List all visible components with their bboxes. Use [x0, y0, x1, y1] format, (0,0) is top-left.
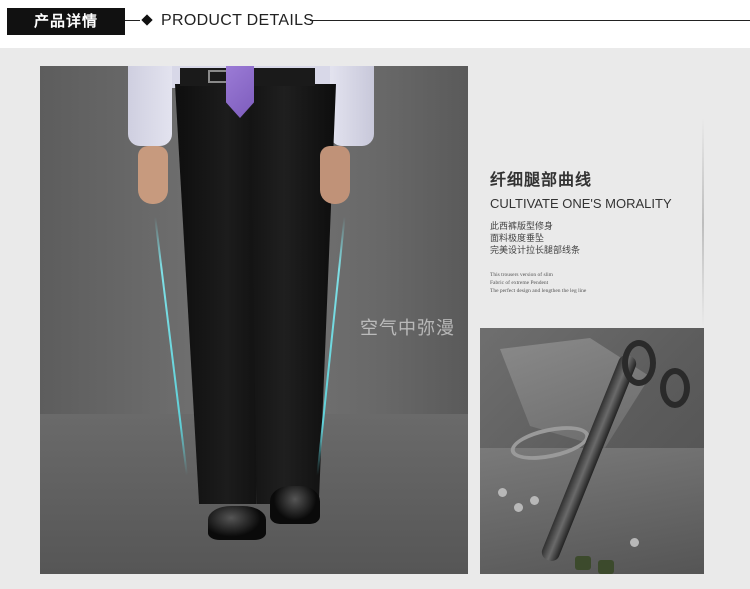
right-hand	[320, 146, 350, 204]
feature-heading: 纤细腿部曲线	[490, 170, 593, 189]
feature-description: 纤细腿部曲线 CULTIVATE ONE'S MORALITY 此西裤版型修身 …	[490, 166, 700, 295]
header-divider-right	[310, 20, 750, 21]
right-sleeve	[330, 66, 374, 146]
right-shoe	[270, 486, 320, 524]
section-subtitle: PRODUCT DETAILS	[161, 12, 315, 29]
belt-buckle	[208, 70, 228, 83]
feature-line-en: Fabric of extreme Pendent	[490, 280, 549, 286]
scissors-handle	[622, 340, 656, 386]
scissors-handle	[660, 368, 690, 408]
feature-line-en: The perfect design and lengthen the leg …	[490, 288, 587, 294]
feature-heading-en: CULTIVATE ONE'S MORALITY	[490, 196, 672, 211]
section-header: 产品详情 PRODUCT DETAILS	[0, 0, 750, 46]
tailoring-photo	[480, 328, 704, 574]
header-divider-left	[125, 20, 140, 21]
watermark: 空气中弥漫	[360, 318, 455, 339]
thread-spool	[575, 556, 591, 570]
feature-lines-cn: 此西裤版型修身 面料极度垂坠 完美设计拉长腿部线条	[490, 221, 700, 257]
thread-spool	[598, 560, 614, 574]
product-detail-panel: 纤细腿部曲线 CULTIVATE ONE'S MORALITY 此西裤版型修身 …	[0, 48, 750, 589]
left-sleeve	[128, 66, 172, 146]
shirt-button	[514, 503, 523, 512]
feature-line: 完美设计拉长腿部线条	[490, 246, 581, 256]
left-hand	[138, 146, 168, 204]
feature-lines-en: This trousers version of slim Fabric of …	[490, 271, 700, 295]
section-label: 产品详情	[7, 8, 125, 35]
feature-line: 面料极度垂坠	[490, 234, 545, 244]
diamond-icon	[141, 14, 153, 26]
feature-line-en: This trousers version of slim	[490, 272, 553, 278]
shirt-button	[630, 538, 639, 547]
left-shoe	[208, 506, 266, 540]
feature-line: 此西裤版型修身	[490, 222, 554, 232]
shirt-button	[530, 496, 539, 505]
shirt-button	[498, 488, 507, 497]
vertical-divider	[702, 118, 704, 328]
